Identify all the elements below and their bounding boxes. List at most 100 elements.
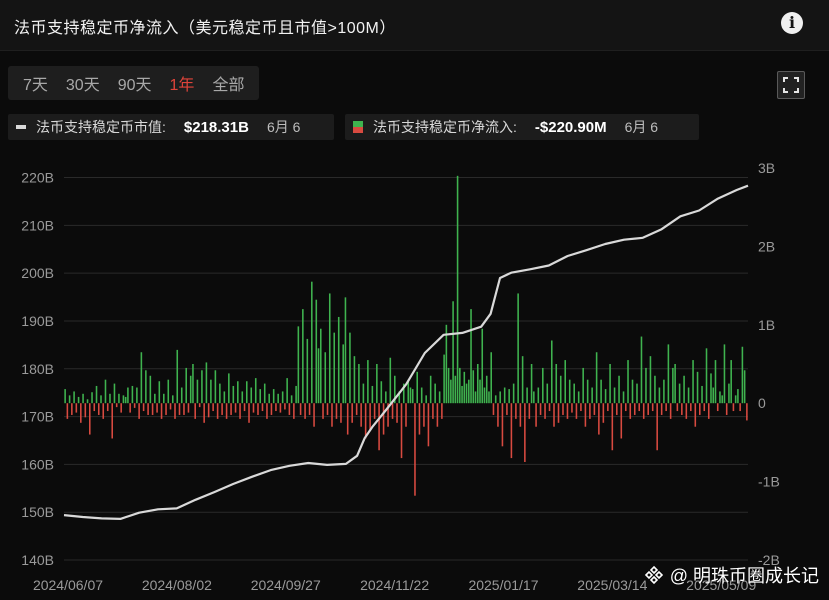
inflow-bar	[353, 356, 356, 404]
inflow-bar	[319, 328, 322, 404]
inflow-bar	[586, 379, 589, 404]
inflow-bar	[344, 297, 347, 404]
inflow-bar	[189, 375, 192, 404]
inflow-bar	[95, 385, 98, 404]
tab-90d[interactable]: 90天	[109, 71, 161, 95]
inflow-bar	[483, 387, 486, 404]
inflow-bar	[385, 391, 387, 404]
inflow-bar	[459, 367, 461, 404]
outflow-bar	[633, 403, 636, 415]
tab-1y[interactable]: 1年	[161, 71, 204, 95]
inflow-bar	[416, 371, 418, 404]
inflow-bar	[250, 387, 253, 404]
fullscreen-icon[interactable]	[777, 71, 805, 99]
inflow-bar	[559, 375, 562, 404]
outflow-bar	[279, 403, 282, 413]
outflow-bar	[169, 403, 172, 410]
chart-area[interactable]: 220B 210B 200B 190B 180B 170B 160B 150B 140B 3B 2…	[0, 150, 829, 600]
outflow-bar	[252, 403, 255, 413]
outflow-bar	[369, 403, 371, 431]
outflow-bar	[616, 403, 618, 415]
inflow-bar	[205, 362, 208, 404]
inflow-bar	[438, 391, 441, 404]
outflow-bar	[593, 403, 596, 415]
tab-all[interactable]: 全部	[203, 71, 253, 95]
inflow-bar	[82, 393, 84, 404]
inflow-bar	[658, 387, 661, 404]
x-tick-label: 2024/11/22	[360, 577, 429, 593]
outflow-bar	[620, 403, 623, 439]
outflow-bar	[183, 403, 185, 415]
inflow-bar	[167, 379, 170, 404]
outflow-bar	[584, 403, 587, 427]
outflow-bar	[102, 403, 105, 419]
info-icon[interactable]: i	[781, 12, 803, 34]
inflow-bar	[411, 389, 414, 404]
outflow-bar	[423, 403, 425, 427]
page-title: 法币支持稳定币净流入（美元稳定币且市值>100M）	[14, 20, 396, 37]
outflow-bar	[651, 403, 654, 412]
inflow-bar	[380, 381, 383, 404]
outflow-bar	[133, 403, 136, 408]
outflow-bar	[544, 403, 546, 419]
outflow-bar	[120, 403, 122, 413]
inflow-bar	[573, 383, 575, 404]
inflow-bar	[537, 387, 540, 404]
outflow-bar	[165, 403, 167, 415]
inflow-bar	[176, 349, 179, 404]
outflow-bar	[156, 403, 158, 413]
inflow-bar	[582, 367, 584, 404]
outflow-bar	[685, 403, 688, 419]
inflow-bar	[461, 385, 463, 404]
outflow-bar	[364, 403, 367, 439]
inflow-bar	[259, 389, 262, 404]
outflow-bar	[414, 403, 416, 496]
outflow-bar	[510, 403, 513, 459]
inflow-bar	[687, 387, 690, 404]
outflow-bar	[703, 403, 706, 412]
inflow-bar	[420, 387, 423, 404]
inflow-bar	[376, 364, 378, 404]
outflow-bar	[239, 403, 241, 419]
inflow-bar	[452, 301, 454, 404]
inflow-bar	[154, 393, 156, 404]
inflow-bar	[201, 370, 203, 404]
outflow-bar	[216, 403, 219, 419]
outflow-bar	[566, 403, 569, 419]
outflow-bar	[647, 403, 649, 415]
inflow-bar	[311, 281, 313, 404]
inflow-bar	[503, 387, 506, 404]
outflow-bar	[106, 403, 109, 412]
left-tick-label: 200B	[21, 265, 54, 281]
inflow-bar	[710, 373, 712, 404]
inflow-bar	[512, 383, 515, 404]
net-flow-bars	[64, 175, 748, 496]
inflow-bar	[663, 379, 665, 404]
outflow-bar	[203, 403, 205, 423]
outflow-bar	[275, 403, 277, 412]
tab-7d[interactable]: 7天	[14, 71, 57, 95]
outflow-bar	[89, 403, 91, 435]
inflow-bar	[324, 352, 327, 404]
legend-market-cap-date: 6月 6	[266, 119, 301, 135]
inflow-bar	[649, 356, 652, 404]
outflow-bar	[607, 403, 609, 412]
outflow-bar	[382, 403, 385, 435]
outflow-bar	[221, 403, 223, 415]
inflow-bar	[371, 385, 374, 404]
inflow-bar	[476, 364, 479, 404]
inflow-bar	[600, 379, 602, 404]
inflow-bar	[577, 391, 580, 404]
tab-30d[interactable]: 30天	[57, 71, 109, 95]
legend-net-flow-label: 法币支持稳定币净流入:	[373, 119, 517, 135]
outflow-bar	[656, 403, 658, 451]
inflow-bar	[463, 371, 466, 404]
inflow-bar	[627, 360, 629, 404]
inflow-bar	[618, 375, 620, 404]
outflow-bar	[732, 403, 735, 412]
inflow-bar	[281, 391, 284, 404]
outflow-bar	[405, 403, 407, 427]
inflow-bar	[714, 360, 717, 404]
inflow-bar	[263, 383, 266, 404]
inflow-bar	[109, 393, 111, 404]
